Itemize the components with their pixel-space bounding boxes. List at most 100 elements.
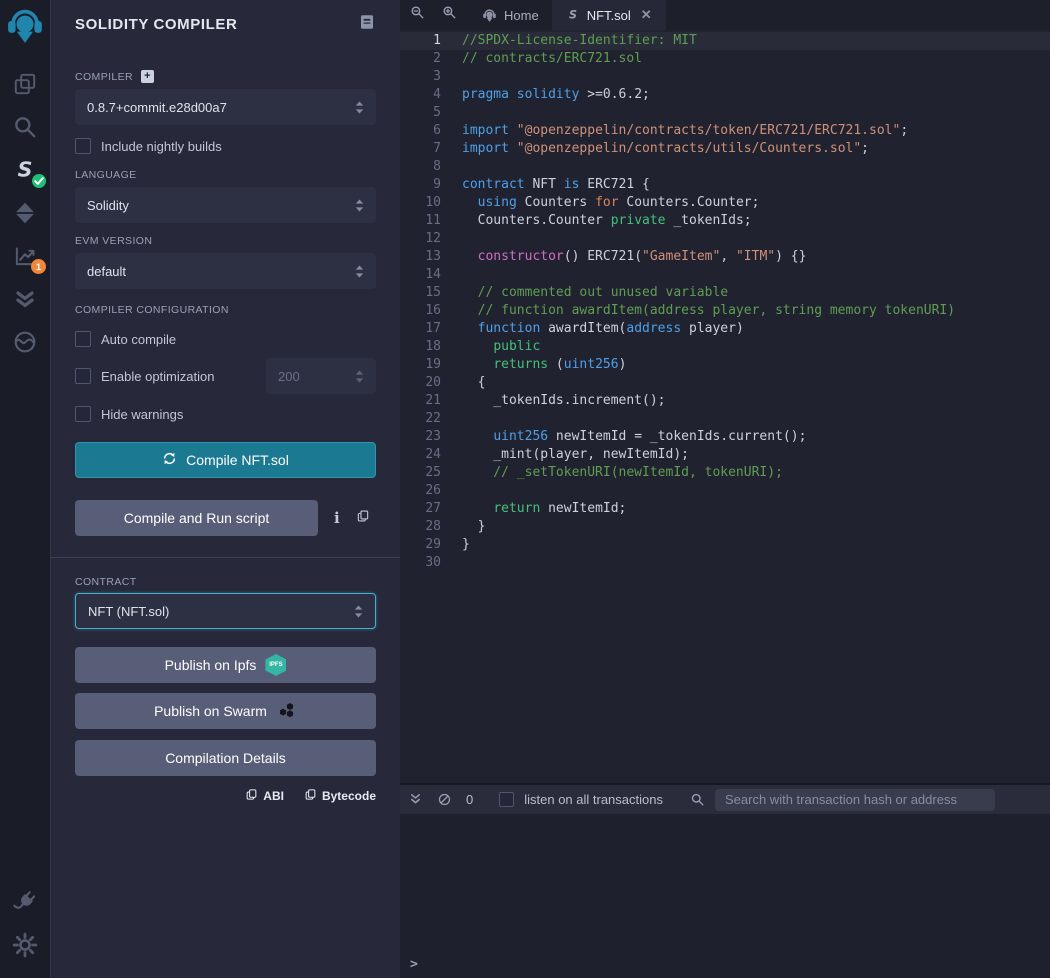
code-line-20[interactable]: 20 {: [400, 374, 1050, 392]
listen-transactions-checkbox[interactable]: [499, 792, 514, 807]
nightly-builds-row[interactable]: Include nightly builds: [75, 138, 376, 154]
auto-compile-checkbox[interactable]: [75, 331, 91, 347]
compile-and-run-label: Compile and Run script: [124, 510, 270, 526]
code-line-13[interactable]: 13 constructor() ERC721("GameItem", "ITM…: [400, 248, 1050, 266]
rail-item-search[interactable]: [8, 110, 42, 143]
code-line-6[interactable]: 6import "@openzeppelin/contracts/token/E…: [400, 122, 1050, 140]
line-number: 29: [400, 536, 462, 554]
terminal-search-input[interactable]: [715, 789, 995, 811]
code-line-24[interactable]: 24 _mint(player, newItemId);: [400, 446, 1050, 464]
code-line-12[interactable]: 12: [400, 230, 1050, 248]
code-line-2[interactable]: 2// contracts/ERC721.sol: [400, 50, 1050, 68]
code-line-25[interactable]: 25 // _setTokenURI(newItemId, tokenURI);: [400, 464, 1050, 482]
code-line-19[interactable]: 19 returns (uint256): [400, 356, 1050, 374]
compile-and-run-button[interactable]: Compile and Run script: [75, 500, 318, 536]
zoom-out-icon[interactable]: [410, 5, 425, 25]
remix-logo[interactable]: [0, 0, 51, 52]
line-number: 9: [400, 176, 462, 194]
documentation-icon[interactable]: [358, 13, 376, 36]
copy-icon[interactable]: [356, 509, 370, 528]
code-text: pragma solidity >=0.6.2;: [462, 86, 650, 104]
rail-item-file-explorer[interactable]: [8, 67, 42, 100]
copy-abi-button[interactable]: ABI: [245, 788, 284, 804]
success-badge: [32, 174, 46, 188]
code-line-5[interactable]: 5: [400, 104, 1050, 122]
contract-select[interactable]: NFT (NFT.sol): [75, 593, 376, 629]
hide-warnings-checkbox[interactable]: [75, 406, 91, 422]
code-line-30[interactable]: 30: [400, 554, 1050, 572]
code-text: contract NFT is ERC721 {: [462, 176, 650, 194]
code-line-23[interactable]: 23 uint256 newItemId = _tokenIds.current…: [400, 428, 1050, 446]
line-number: 30: [400, 554, 462, 572]
tab-nft-sol[interactable]: SNFT.sol✕: [553, 0, 666, 30]
file-explorer-icon: [12, 71, 38, 97]
code-line-15[interactable]: 15 // commented out unused variable: [400, 284, 1050, 302]
line-number: 27: [400, 500, 462, 518]
terminal-prompt: >: [410, 957, 418, 972]
language-label: LANGUAGE: [75, 169, 376, 181]
tab-home[interactable]: Home: [469, 0, 553, 30]
enable-optimization-row[interactable]: Enable optimization: [75, 368, 214, 384]
code-line-10[interactable]: 10 using Counters for Counters.Counter;: [400, 194, 1050, 212]
select-arrows-icon: [354, 605, 363, 618]
code-line-16[interactable]: 16 // function awardItem(address player,…: [400, 302, 1050, 320]
hide-warnings-row[interactable]: Hide warnings: [75, 406, 376, 422]
code-line-29[interactable]: 29}: [400, 536, 1050, 554]
line-number: 23: [400, 428, 462, 446]
info-icon[interactable]: i: [334, 509, 340, 527]
evm-version-select[interactable]: default: [75, 253, 376, 289]
line-number: 13: [400, 248, 462, 266]
clear-pending-icon[interactable]: [437, 792, 452, 807]
tab-label: Home: [504, 8, 539, 23]
expand-terminal-icon[interactable]: [408, 792, 423, 807]
code-line-21[interactable]: 21 _tokenIds.increment();: [400, 392, 1050, 410]
code-line-17[interactable]: 17 function awardItem(address player): [400, 320, 1050, 338]
code-line-1[interactable]: 1//SPDX-License-Identifier: MIT: [400, 32, 1050, 50]
publish-ipfs-button[interactable]: Publish on Ipfs IPFS: [75, 647, 376, 683]
line-number: 25: [400, 464, 462, 482]
rail-item-plugin-manager[interactable]: [8, 885, 42, 918]
code-line-18[interactable]: 18 public: [400, 338, 1050, 356]
enable-optimization-checkbox[interactable]: [75, 368, 91, 384]
code-line-22[interactable]: 22: [400, 410, 1050, 428]
terminal-toolbar: 0 listen on all transactions: [400, 783, 1050, 814]
code-text: import "@openzeppelin/contracts/token/ER…: [462, 122, 908, 140]
add-custom-compiler-icon[interactable]: +: [141, 70, 154, 83]
code-line-28[interactable]: 28 }: [400, 518, 1050, 536]
code-line-27[interactable]: 27 return newItemId;: [400, 500, 1050, 518]
code-editor[interactable]: 1//SPDX-License-Identifier: MIT2// contr…: [400, 30, 1050, 783]
listen-transactions-row[interactable]: listen on all transactions: [499, 792, 663, 807]
compile-button[interactable]: Compile NFT.sol: [75, 442, 376, 478]
publish-swarm-button[interactable]: Publish on Swarm: [75, 693, 376, 729]
optimization-runs-input[interactable]: 200: [266, 358, 376, 394]
auto-compile-row[interactable]: Auto compile: [75, 331, 376, 347]
unit-testing-icon: [12, 286, 38, 312]
language-select[interactable]: Solidity: [75, 187, 376, 223]
terminal-output[interactable]: >: [400, 814, 1050, 978]
code-text: import "@openzeppelin/contracts/utils/Co…: [462, 140, 869, 158]
rail-item-sourcify[interactable]: [8, 325, 42, 358]
code-line-8[interactable]: 8: [400, 158, 1050, 176]
compiler-version-value: 0.8.7+commit.e28d00a7: [87, 100, 227, 115]
code-line-14[interactable]: 14: [400, 266, 1050, 284]
code-line-4[interactable]: 4pragma solidity >=0.6.2;: [400, 86, 1050, 104]
code-line-9[interactable]: 9contract NFT is ERC721 {: [400, 176, 1050, 194]
rail-item-deploy-run[interactable]: [8, 196, 42, 229]
line-number: 12: [400, 230, 462, 248]
code-line-7[interactable]: 7import "@openzeppelin/contracts/utils/C…: [400, 140, 1050, 158]
zoom-in-icon[interactable]: [442, 5, 457, 25]
nightly-builds-checkbox[interactable]: [75, 138, 91, 154]
compilation-details-button[interactable]: Compilation Details: [75, 740, 376, 776]
code-line-26[interactable]: 26: [400, 482, 1050, 500]
rail-item-settings[interactable]: [8, 928, 42, 961]
rail-item-analysis[interactable]: 1: [8, 239, 42, 272]
rail-item-unit-testing[interactable]: [8, 282, 42, 315]
copy-bytecode-button[interactable]: Bytecode: [304, 788, 376, 804]
code-line-11[interactable]: 11 Counters.Counter private _tokenIds;: [400, 212, 1050, 230]
close-tab-icon[interactable]: ✕: [641, 7, 652, 23]
rail-item-solidity-compiler[interactable]: S: [8, 153, 42, 186]
compiler-version-select[interactable]: 0.8.7+commit.e28d00a7: [75, 89, 376, 125]
compile-button-label: Compile NFT.sol: [186, 452, 289, 468]
code-line-3[interactable]: 3: [400, 68, 1050, 86]
select-arrows-icon: [355, 199, 364, 212]
